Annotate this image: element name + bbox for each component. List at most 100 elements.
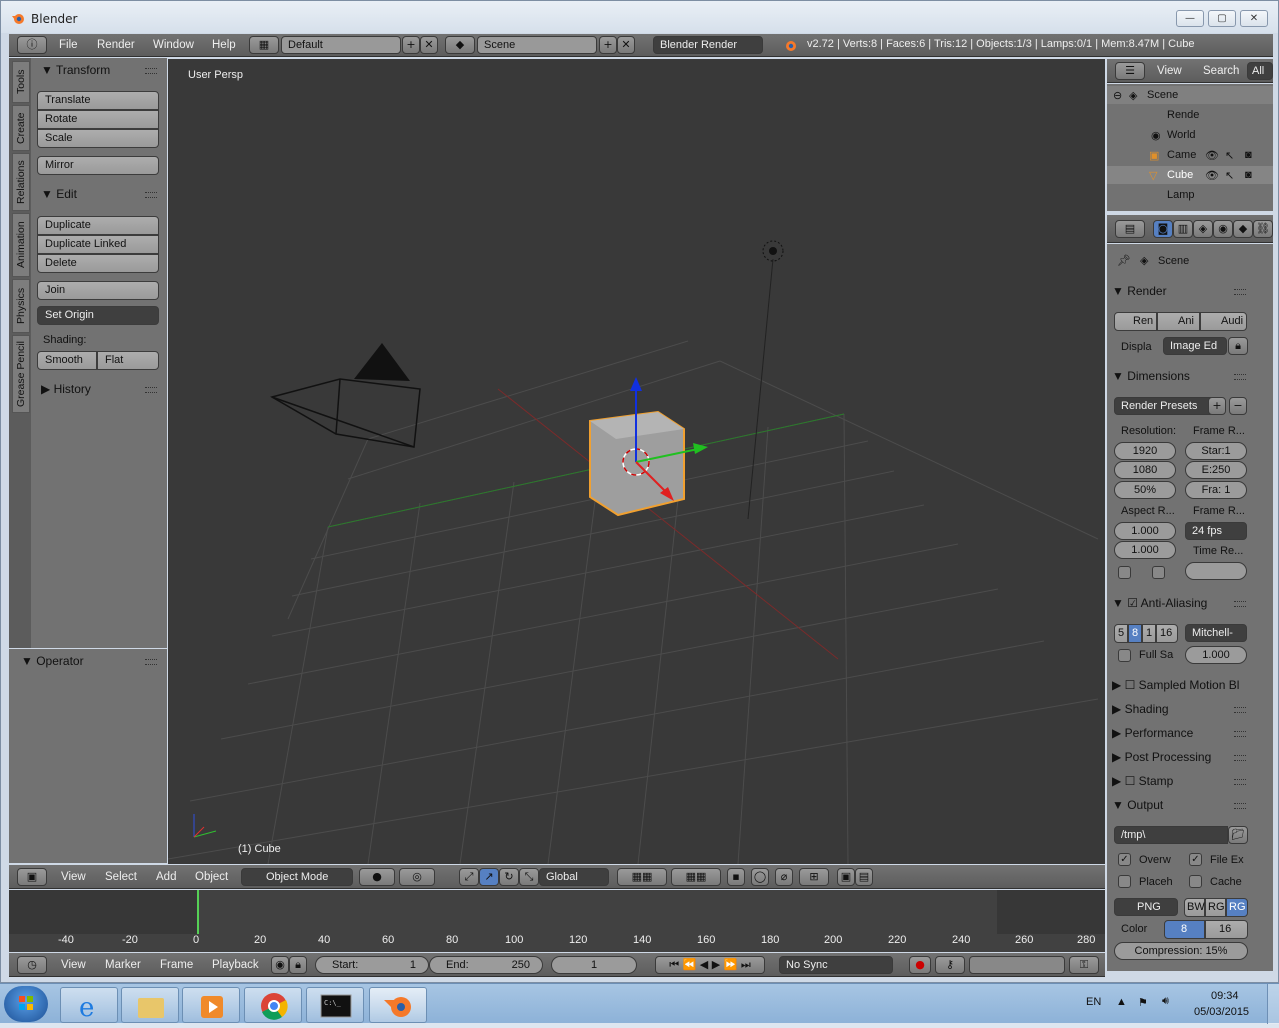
history-panel-title[interactable]: ▶ History xyxy=(41,382,91,396)
minimize-button[interactable]: — xyxy=(1176,10,1204,27)
editor-type-properties-icon[interactable]: ▤ xyxy=(1115,220,1145,238)
frame-end-field[interactable]: E:250 xyxy=(1185,461,1247,479)
file-explorer-icon[interactable] xyxy=(121,987,179,1023)
add-preset-icon[interactable]: + xyxy=(1208,397,1226,415)
tab-create[interactable]: Create xyxy=(12,105,30,151)
menu-object[interactable]: Object xyxy=(195,871,228,883)
render-still-icon[interactable]: ▣ xyxy=(837,868,855,886)
render-presets-select[interactable]: Render Presets xyxy=(1114,397,1214,415)
snap-element-icon[interactable]: ⊞ xyxy=(799,868,829,886)
color-depth-8[interactable]: 8 xyxy=(1164,920,1205,939)
menu-view[interactable]: View xyxy=(61,871,86,883)
insert-keyframe-icon[interactable]: ⚿ xyxy=(1069,956,1099,974)
render-animation-button[interactable]: Ani xyxy=(1157,312,1200,331)
aspect-x-field[interactable]: 1.000 xyxy=(1114,522,1176,540)
menu-add[interactable]: Add xyxy=(156,871,176,883)
render-layers-tab-icon[interactable]: ▥ xyxy=(1173,220,1193,238)
editor-type-outliner-icon[interactable]: ☰ xyxy=(1115,62,1145,80)
outliner-filter-select[interactable]: All xyxy=(1247,62,1273,80)
scale-button[interactable]: Scale xyxy=(37,129,159,148)
color-depth-16[interactable]: 16 xyxy=(1205,920,1248,939)
collapse-icon[interactable]: ⊖ xyxy=(1113,89,1122,102)
flat-button[interactable]: Flat xyxy=(97,351,159,370)
constraints-tab-icon[interactable]: ⛓ xyxy=(1253,220,1273,238)
media-player-icon[interactable] xyxy=(182,987,240,1023)
render-camera-icon[interactable]: ◙ xyxy=(1245,169,1252,181)
aa-samples-8[interactable]: 8 xyxy=(1128,624,1142,643)
menu-help[interactable]: Help xyxy=(212,39,236,51)
full-sample-checkbox[interactable] xyxy=(1118,649,1131,662)
tab-physics[interactable]: Physics xyxy=(12,279,30,333)
stamp-section-title[interactable]: ▶ ☐ Stamp xyxy=(1112,774,1252,788)
filter-size-field[interactable]: 1.000 xyxy=(1185,646,1247,664)
tab-relations[interactable]: Relations xyxy=(12,153,30,211)
menu-search[interactable]: Search xyxy=(1203,65,1239,77)
menu-file[interactable]: File xyxy=(59,39,78,51)
folder-icon[interactable]: 📁︎ xyxy=(1228,826,1248,844)
fps-select[interactable]: 24 fps xyxy=(1185,522,1247,540)
delete-button[interactable]: Delete xyxy=(37,254,159,273)
aa-filter-select[interactable]: Mitchell- xyxy=(1185,624,1247,642)
menu-view[interactable]: View xyxy=(61,959,86,971)
overwrite-checkbox[interactable]: ✓ xyxy=(1118,853,1131,866)
chrome-icon[interactable] xyxy=(244,987,302,1023)
set-origin-menu[interactable]: Set Origin xyxy=(37,306,159,325)
show-desktop-button[interactable] xyxy=(1267,984,1279,1024)
tab-tools[interactable]: Tools xyxy=(12,61,30,103)
time-remap-field[interactable] xyxy=(1185,562,1247,580)
scene-icon[interactable]: ◆ xyxy=(445,36,475,54)
placeholders-checkbox[interactable] xyxy=(1118,875,1131,888)
dimensions-section-title[interactable]: ▼ Dimensions xyxy=(1112,369,1252,383)
output-section-title[interactable]: ▼ Output xyxy=(1112,798,1252,812)
motion-blur-checkbox[interactable]: ☐ xyxy=(1125,678,1136,692)
translate-button[interactable]: Translate xyxy=(37,91,159,110)
playback-controls-icon[interactable]: ⏮ ⏪ ◀ ▶ ⏩ ⏭ xyxy=(655,956,765,974)
render-tab-icon[interactable]: ◙ xyxy=(1153,220,1173,238)
sampled-motion-blur-section-title[interactable]: ▶ ☐ Sampled Motion Bl xyxy=(1112,678,1252,692)
remove-layout-icon[interactable]: ✕ xyxy=(420,36,438,54)
cache-result-checkbox[interactable] xyxy=(1189,875,1202,888)
rotate-button[interactable]: Rotate xyxy=(37,110,159,129)
drag-grip-icon[interactable] xyxy=(1234,779,1246,785)
menu-render[interactable]: Render xyxy=(97,39,135,51)
menu-frame[interactable]: Frame xyxy=(160,959,193,971)
outliner-item-scene[interactable]: Scene xyxy=(1147,89,1178,101)
layers-2-icon[interactable]: ▦▦ xyxy=(671,868,721,886)
drag-grip-icon[interactable] xyxy=(1234,374,1246,380)
clock-date[interactable]: 05/03/2015 xyxy=(1194,1006,1249,1018)
frame-step-field[interactable]: Fra: 1 xyxy=(1185,481,1247,499)
resolution-x-field[interactable]: 1920 xyxy=(1114,442,1176,460)
lock-interface-icon[interactable]: 🔒︎ xyxy=(1228,337,1248,355)
outliner-item-render[interactable]: Rende xyxy=(1167,109,1199,121)
menu-select[interactable]: Select xyxy=(105,871,137,883)
outliner-item-cube[interactable]: Cube xyxy=(1167,169,1193,181)
color-mode-rgb[interactable]: RG xyxy=(1205,898,1226,917)
aa-samples-16[interactable]: 16 xyxy=(1156,624,1178,643)
remove-scene-icon[interactable]: ✕ xyxy=(617,36,635,54)
drag-grip-icon[interactable] xyxy=(1234,731,1246,737)
smooth-button[interactable]: Smooth xyxy=(37,351,97,370)
lock-icon[interactable]: 🔒︎ xyxy=(289,956,307,974)
world-tab-icon[interactable]: ◉ xyxy=(1213,220,1233,238)
file-extensions-checkbox[interactable]: ✓ xyxy=(1189,853,1202,866)
render-camera-icon[interactable]: ◙ xyxy=(1245,149,1252,161)
outliner-item-lamp[interactable]: Lamp xyxy=(1167,189,1195,201)
object-tab-icon[interactable]: ◆ xyxy=(1233,220,1253,238)
maximize-button[interactable]: ▢ xyxy=(1208,10,1236,27)
file-format-select[interactable]: PNG xyxy=(1114,898,1178,916)
language-indicator[interactable]: EN xyxy=(1086,996,1101,1008)
orientation-select[interactable]: Global xyxy=(539,868,609,886)
drag-grip-icon[interactable] xyxy=(1234,289,1246,295)
drag-grip-icon[interactable] xyxy=(1234,803,1246,809)
aa-samples-11[interactable]: 1 xyxy=(1142,624,1156,643)
duplicate-button[interactable]: Duplicate xyxy=(37,216,159,235)
anti-aliasing-section-title[interactable]: ▼ ☑ Anti-Aliasing xyxy=(1112,596,1252,610)
drag-grip-icon[interactable] xyxy=(1234,707,1246,713)
resolution-y-field[interactable]: 1080 xyxy=(1114,461,1176,479)
menu-marker[interactable]: Marker xyxy=(105,959,141,971)
menu-window[interactable]: Window xyxy=(153,39,194,51)
layers-1-icon[interactable]: ▦▦ xyxy=(617,868,667,886)
shading-section-title[interactable]: ▶ Shading xyxy=(1112,702,1252,716)
scale-manipulator-icon[interactable]: ⤡ xyxy=(519,868,539,886)
screen-layout-field[interactable]: Default xyxy=(281,36,401,54)
